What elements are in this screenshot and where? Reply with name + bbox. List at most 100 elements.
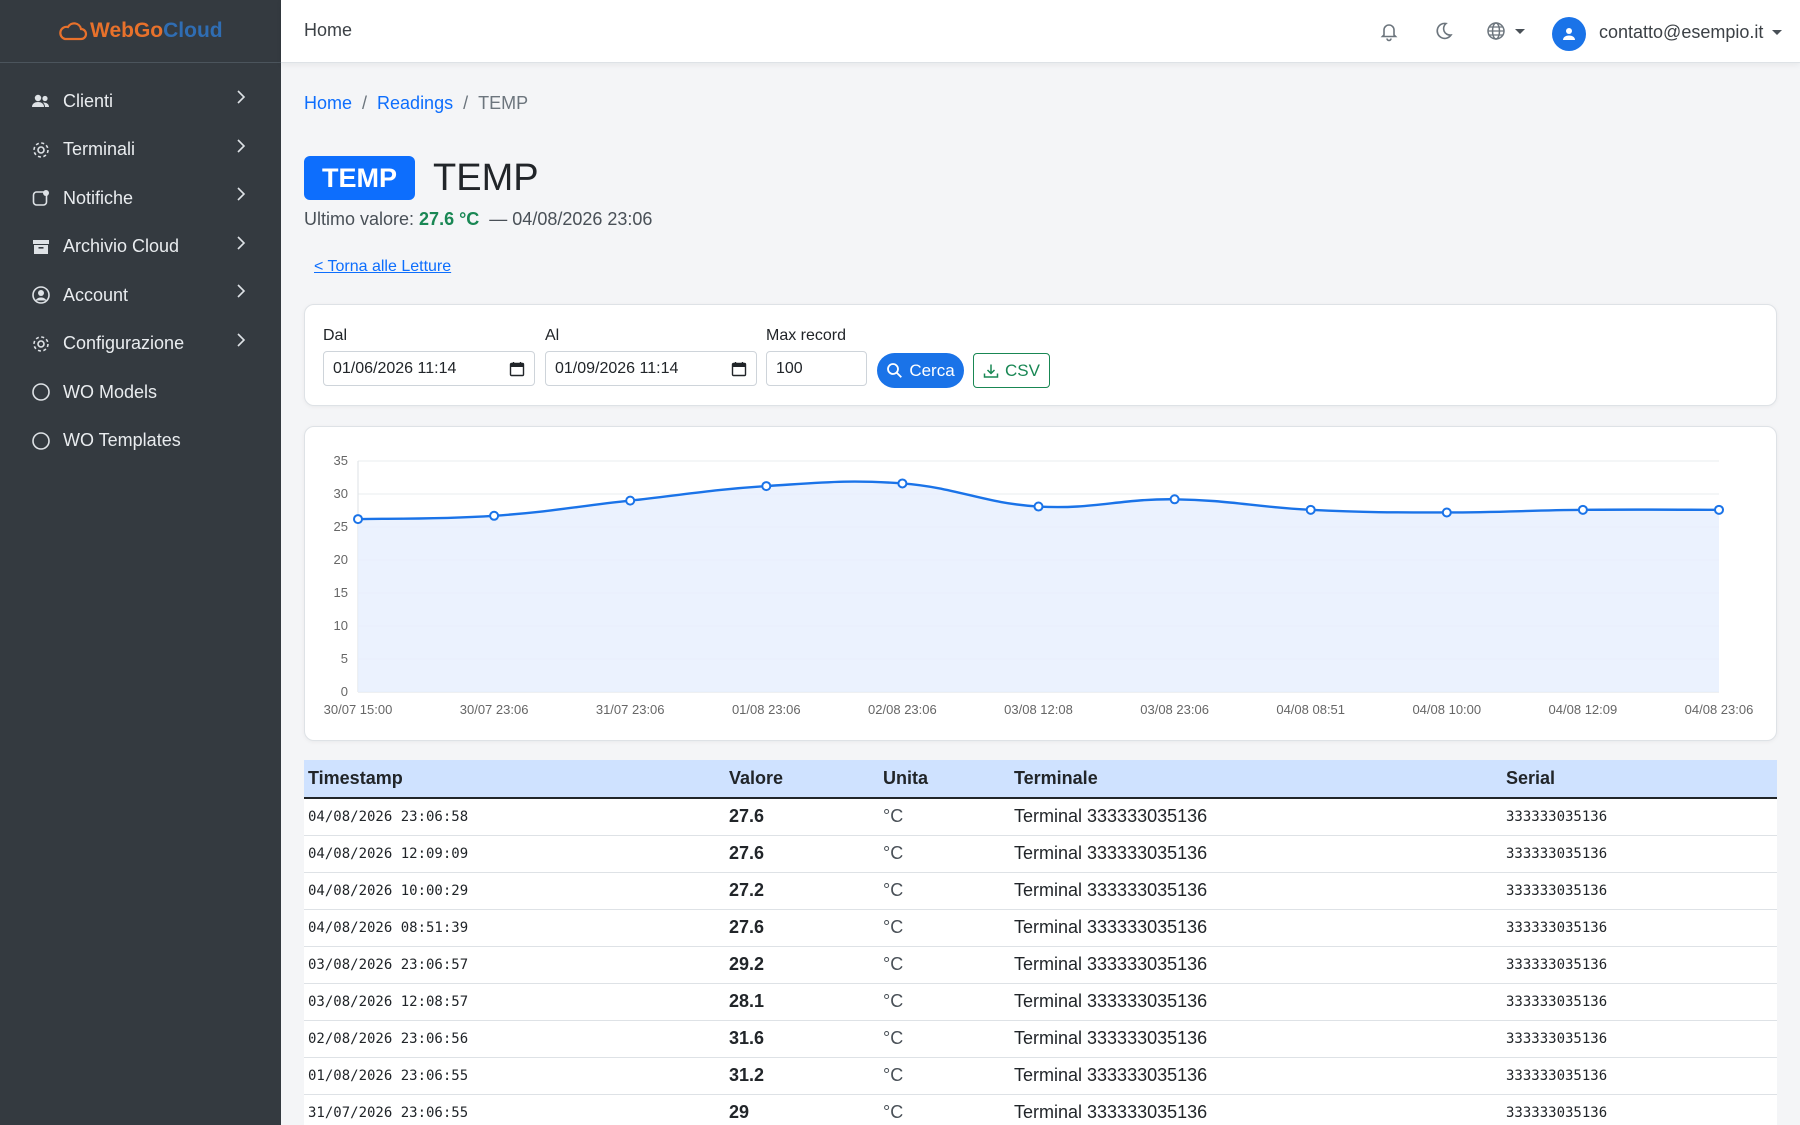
series-area xyxy=(358,481,1719,692)
avatar[interactable] xyxy=(1552,17,1586,51)
x-tick-label: 04/08 08:51 xyxy=(1276,702,1345,717)
last-value-label: Ultimo valore: xyxy=(304,209,415,229)
cell-timestamp: 31/07/2026 23:06:55 xyxy=(304,1094,725,1125)
table-row[interactable]: 03/08/2026 12:08:57 28.1 °C Terminal 333333… xyxy=(304,983,1777,1021)
sidebar-item-configurazione[interactable]: Configurazione xyxy=(0,320,281,369)
x-tick-label: 04/08 23:06 xyxy=(1685,702,1754,717)
cell-terminale: Terminal 333333035136 xyxy=(1010,1094,1502,1125)
breadcrumb-separator: / xyxy=(463,93,469,113)
cell-serial: 333333035136 xyxy=(1502,1094,1777,1125)
brand-logo[interactable]: WebGo Cloud xyxy=(0,0,281,63)
chevron-right-icon xyxy=(237,235,246,250)
user-email[interactable]: contatto@esempio.it xyxy=(1599,22,1763,43)
table-row[interactable]: 03/08/2026 23:06:57 29.2 °C Terminal 333333… xyxy=(304,946,1777,984)
sidebar-item-account[interactable]: Account xyxy=(0,271,281,320)
last-value-line: Ultimo valore: 27.6 °C — 04/08/2026 23:0… xyxy=(304,209,652,230)
cell-unita: °C xyxy=(879,1094,1010,1125)
breadcrumb-home[interactable]: Home xyxy=(304,93,352,114)
cell-valore: 31.2 xyxy=(725,1057,879,1095)
calendar-icon[interactable] xyxy=(731,361,747,377)
data-point xyxy=(1305,504,1316,515)
calendar-icon[interactable] xyxy=(509,361,525,377)
sidebar-item-wo-models[interactable]: WO Models xyxy=(0,368,281,417)
cell-unita: °C xyxy=(879,1057,1010,1095)
cell-serial: 333333035136 xyxy=(1502,983,1777,1021)
y-tick-label: 25 xyxy=(334,519,348,534)
cell-unita: °C xyxy=(879,946,1010,984)
sidebar-item-wo-templates[interactable]: WO Templates xyxy=(0,417,281,466)
sidebar-item-notifiche[interactable]: Notifiche xyxy=(0,174,281,223)
cloud-icon xyxy=(59,22,88,41)
cell-serial: 333333035136 xyxy=(1502,1057,1777,1095)
breadcrumb-separator: / xyxy=(362,93,368,113)
to-date-field: Al 01/09/2026 11:14 xyxy=(545,327,757,386)
circle-icon xyxy=(31,431,51,451)
language-caret-icon[interactable] xyxy=(1515,29,1525,34)
cell-timestamp: 04/08/2026 08:51:39 xyxy=(304,909,725,947)
table-row[interactable]: 04/08/2026 12:09:09 27.6 °C Terminal 333333… xyxy=(304,835,1777,873)
data-point xyxy=(897,478,908,489)
table-row[interactable]: 04/08/2026 08:51:39 27.6 °C Terminal 333333… xyxy=(304,909,1777,947)
cell-unita: °C xyxy=(879,835,1010,873)
column-header-serial[interactable]: Serial xyxy=(1502,760,1777,799)
circle-icon xyxy=(31,382,51,402)
cell-valore: 27.2 xyxy=(725,872,879,910)
from-date-label: Dal xyxy=(323,327,348,344)
sidebar-item-terminali[interactable]: Terminali xyxy=(0,126,281,175)
bell-icon[interactable] xyxy=(1378,20,1400,42)
sidebar: WebGo Cloud Clienti Terminali Notifiche A… xyxy=(0,0,281,1125)
cell-terminale: Terminal 333333035136 xyxy=(1010,1057,1502,1095)
topbar: Home contatto@esempio.it xyxy=(281,0,1800,63)
readings-table: Timestamp Valore Unita Terminale Serial … xyxy=(304,760,1777,1125)
max-record-input[interactable]: 100 xyxy=(766,351,867,386)
sidebar-item-archivio-cloud[interactable]: Archivio Cloud xyxy=(0,223,281,272)
column-header-terminale[interactable]: Terminale xyxy=(1010,760,1502,799)
cell-unita: °C xyxy=(879,798,1010,836)
table-row[interactable]: 01/08/2026 23:06:55 31.2 °C Terminal 333333… xyxy=(304,1057,1777,1095)
x-tick-label: 04/08 12:09 xyxy=(1549,702,1618,717)
cell-unita: °C xyxy=(879,872,1010,910)
column-header-unita[interactable]: Unita xyxy=(879,760,1010,799)
back-to-readings-link[interactable]: < Torna alle Letture xyxy=(314,258,451,276)
table-row[interactable]: 02/08/2026 23:06:56 31.6 °C Terminal 333333… xyxy=(304,1020,1777,1058)
cell-terminale: Terminal 333333035136 xyxy=(1010,909,1502,947)
from-date-input[interactable]: 01/06/2026 11:14 xyxy=(323,351,535,386)
data-point xyxy=(489,510,500,521)
breadcrumb-readings[interactable]: Readings xyxy=(377,93,453,114)
sidebar-item-label: Notifiche xyxy=(63,187,134,208)
cell-timestamp: 01/08/2026 23:06:55 xyxy=(304,1057,725,1095)
sidebar-item-label: WO Models xyxy=(63,381,158,402)
moon-icon[interactable] xyxy=(1432,20,1454,42)
table-row[interactable]: 04/08/2026 23:06:58 27.6 °C Terminal 333333… xyxy=(304,798,1777,836)
user-circle-icon xyxy=(31,285,51,305)
to-date-input[interactable]: 01/09/2026 11:14 xyxy=(545,351,757,386)
cell-serial: 333333035136 xyxy=(1502,1020,1777,1058)
chevron-right-icon xyxy=(237,187,246,201)
column-header-timestamp[interactable]: Timestamp xyxy=(304,760,725,799)
chart-panel: 0 5 10 15 20 25 30 35 30/07 15:00 30/07 23:06 31/0… xyxy=(304,426,1777,741)
csv-export-button[interactable]: CSV xyxy=(973,353,1050,388)
topbar-home-link[interactable]: Home xyxy=(304,20,352,41)
user-menu-caret-icon[interactable] xyxy=(1772,30,1782,35)
cell-terminale: Terminal 333333035136 xyxy=(1010,835,1502,873)
cell-timestamp: 03/08/2026 23:06:57 xyxy=(304,946,725,984)
from-date-field: Dal 01/06/2026 11:14 xyxy=(323,327,535,386)
globe-icon[interactable] xyxy=(1485,20,1507,42)
users-icon xyxy=(31,91,51,111)
data-point xyxy=(1714,504,1724,515)
column-header-valore[interactable]: Valore xyxy=(725,760,879,799)
table-row[interactable]: 31/07/2026 23:06:55 29 °C Terminal 33333303… xyxy=(304,1094,1777,1125)
max-record-value: 100 xyxy=(776,359,803,377)
sidebar-item-label: Clienti xyxy=(63,90,114,111)
table-header-row: Timestamp Valore Unita Terminale Serial xyxy=(304,760,1777,799)
cell-unita: °C xyxy=(879,1020,1010,1058)
sidebar-nav: Clienti Terminali Notifiche Archivio Clo… xyxy=(0,63,281,465)
cell-timestamp: 04/08/2026 23:06:58 xyxy=(304,798,725,836)
sidebar-item-clienti[interactable]: Clienti xyxy=(0,77,281,126)
from-date-value: 01/06/2026 11:14 xyxy=(333,359,457,377)
search-button[interactable]: Cerca xyxy=(877,353,964,388)
filter-panel: Dal 01/06/2026 11:14 Al 01/09/2026 11:14… xyxy=(304,304,1777,406)
to-date-value: 01/09/2026 11:14 xyxy=(555,359,679,377)
table-row[interactable]: 04/08/2026 10:00:29 27.2 °C Terminal 333333… xyxy=(304,872,1777,910)
cell-terminale: Terminal 333333035136 xyxy=(1010,1020,1502,1058)
